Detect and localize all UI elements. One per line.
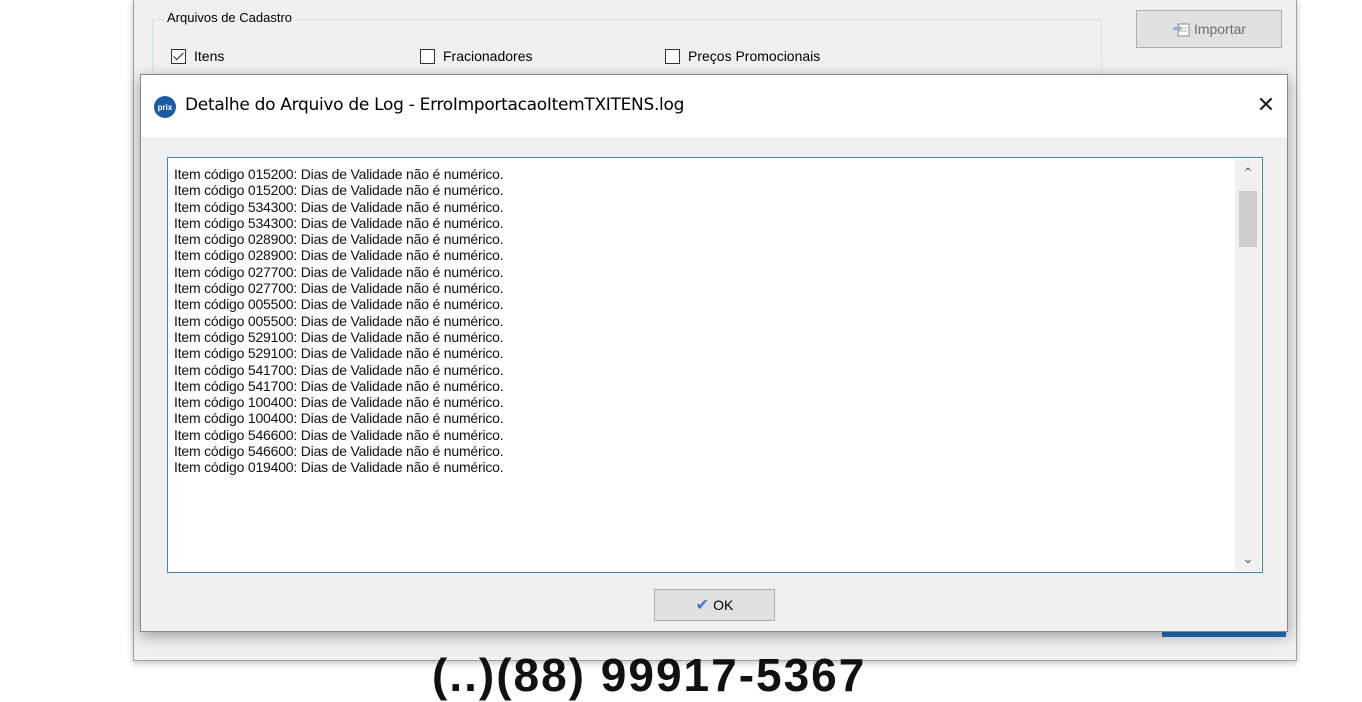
checkbox-checked-icon[interactable] [171,48,186,64]
checkbox-itens[interactable]: Itens [171,48,224,64]
log-line: Item código 005500: Dias de Validade não… [174,312,504,329]
close-icon: ✕ [1256,92,1276,117]
log-line: Item código 100400: Dias de Validade não… [174,410,504,427]
checkbox-precos-promocionais[interactable]: Preços Promocionais [665,48,820,64]
log-line: Item código 005500: Dias de Validade não… [174,296,504,313]
log-line: Item código 546600: Dias de Validade não… [174,426,504,443]
import-groupbox [152,19,1102,81]
log-line: Item código 019400: Dias de Validade não… [174,459,504,476]
checkbox-label: Fracionadores [443,48,533,64]
chevron-down-icon: ⌄ [1242,551,1254,566]
log-textarea[interactable]: Item código 015200: Dias de Validade não… [167,157,1263,573]
scroll-down-button[interactable]: ⌄ [1235,549,1261,569]
log-line: Item código 015200: Dias de Validade não… [174,182,504,199]
dialog-title: Detalhe do Arquivo de Log - ErroImportac… [185,95,685,115]
chevron-up-icon: ⌃ [1242,165,1254,180]
import-icon [1172,23,1190,37]
dialog-titlebar[interactable]: prix Detalhe do Arquivo de Log - ErroImp… [141,75,1287,137]
groupbox-title: Arquivos de Cadastro [164,10,296,25]
scrollbar-thumb[interactable] [1239,191,1257,247]
background-blue-bar [1162,632,1286,637]
checkbox-unchecked-icon[interactable] [420,48,435,64]
log-line: Item código 028900: Dias de Validade não… [174,231,504,248]
log-line: Item código 529100: Dias de Validade não… [174,345,504,362]
log-line: Item código 546600: Dias de Validade não… [174,443,504,460]
close-button[interactable]: ✕ [1245,87,1287,123]
log-line: Item código 534300: Dias de Validade não… [174,198,504,215]
log-detail-dialog: prix Detalhe do Arquivo de Log - ErroImp… [140,74,1288,632]
log-line: Item código 534300: Dias de Validade não… [174,214,504,231]
background-phone-text: (..)(88) 99917-5367 [432,649,867,701]
app-logo-icon: prix [154,96,176,118]
checkbox-label: Preços Promocionais [688,48,821,64]
log-line: Item código 027700: Dias de Validade não… [174,280,504,297]
vertical-scrollbar[interactable]: ⌃ ⌄ [1235,159,1261,571]
check-icon: ✔ [695,597,710,614]
checkbox-unchecked-icon[interactable] [665,48,680,64]
log-line: Item código 541700: Dias de Validade não… [174,361,504,378]
log-line: Item código 015200: Dias de Validade não… [174,166,504,182]
ok-button[interactable]: ✔ OK [654,589,775,621]
import-button[interactable]: Importar [1136,10,1282,48]
ok-button-label: OK [713,597,734,613]
checkbox-fracionadores[interactable]: Fracionadores [420,48,533,64]
log-line: Item código 541700: Dias de Validade não… [174,377,504,394]
log-content: Item código 015200: Dias de Validade não… [174,166,504,476]
checkbox-label: Itens [194,48,225,64]
log-line: Item código 027700: Dias de Validade não… [174,263,504,280]
import-button-label: Importar [1193,21,1247,37]
log-line: Item código 100400: Dias de Validade não… [174,394,504,411]
scroll-up-button[interactable]: ⌃ [1235,163,1261,183]
log-line: Item código 028900: Dias de Validade não… [174,247,504,264]
log-line: Item código 529100: Dias de Validade não… [174,328,504,345]
